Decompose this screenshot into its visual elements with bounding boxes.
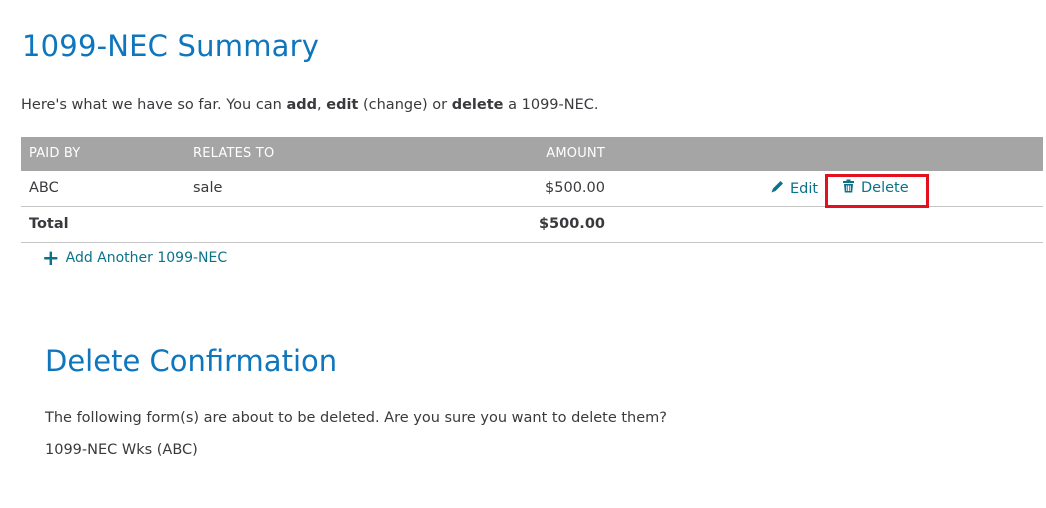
intro-part1: Here's what we have so far. You can (21, 97, 287, 113)
edit-link[interactable]: Edit (770, 179, 818, 198)
intro-delete: delete (451, 97, 504, 113)
total-row: Total $500.00 (21, 207, 1043, 243)
page: 1099-NEC Summary Here's what we have so … (0, 0, 1046, 508)
header-paid-by: PAID BY (29, 146, 81, 161)
intro-sep: , (317, 97, 327, 113)
cell-amount: $500.00 (545, 180, 605, 196)
delete-confirmation-title: Delete Confirmation (45, 344, 338, 378)
add-another-button[interactable]: + Add Another 1099-NEC (42, 246, 228, 270)
intro-part3: a 1099-NEC. (503, 97, 599, 113)
intro-part2: (change) or (358, 97, 452, 113)
header-amount: AMOUNT (546, 146, 605, 161)
delete-confirmation-message: The following form(s) are about to be de… (45, 410, 667, 426)
intro-edit: edit (326, 97, 359, 113)
delete-highlight-box (825, 174, 929, 208)
page-title: 1099-NEC Summary (22, 29, 320, 63)
total-label: Total (29, 216, 69, 232)
add-another-label: Add Another 1099-NEC (65, 250, 228, 266)
intro-text: Here's what we have so far. You can add,… (21, 97, 599, 113)
total-amount: $500.00 (538, 216, 605, 232)
plus-icon: + (42, 246, 60, 270)
edit-label: Edit (790, 180, 819, 197)
cell-relates-to: sale (193, 180, 223, 196)
header-relates-to: RELATES TO (193, 146, 275, 161)
table-header: PAID BY RELATES TO AMOUNT (21, 137, 1043, 171)
cell-paid-by: ABC (29, 180, 59, 196)
form-to-delete: 1099-NEC Wks (ABC) (45, 442, 198, 458)
intro-add: add (286, 97, 318, 113)
pencil-icon (770, 179, 785, 198)
